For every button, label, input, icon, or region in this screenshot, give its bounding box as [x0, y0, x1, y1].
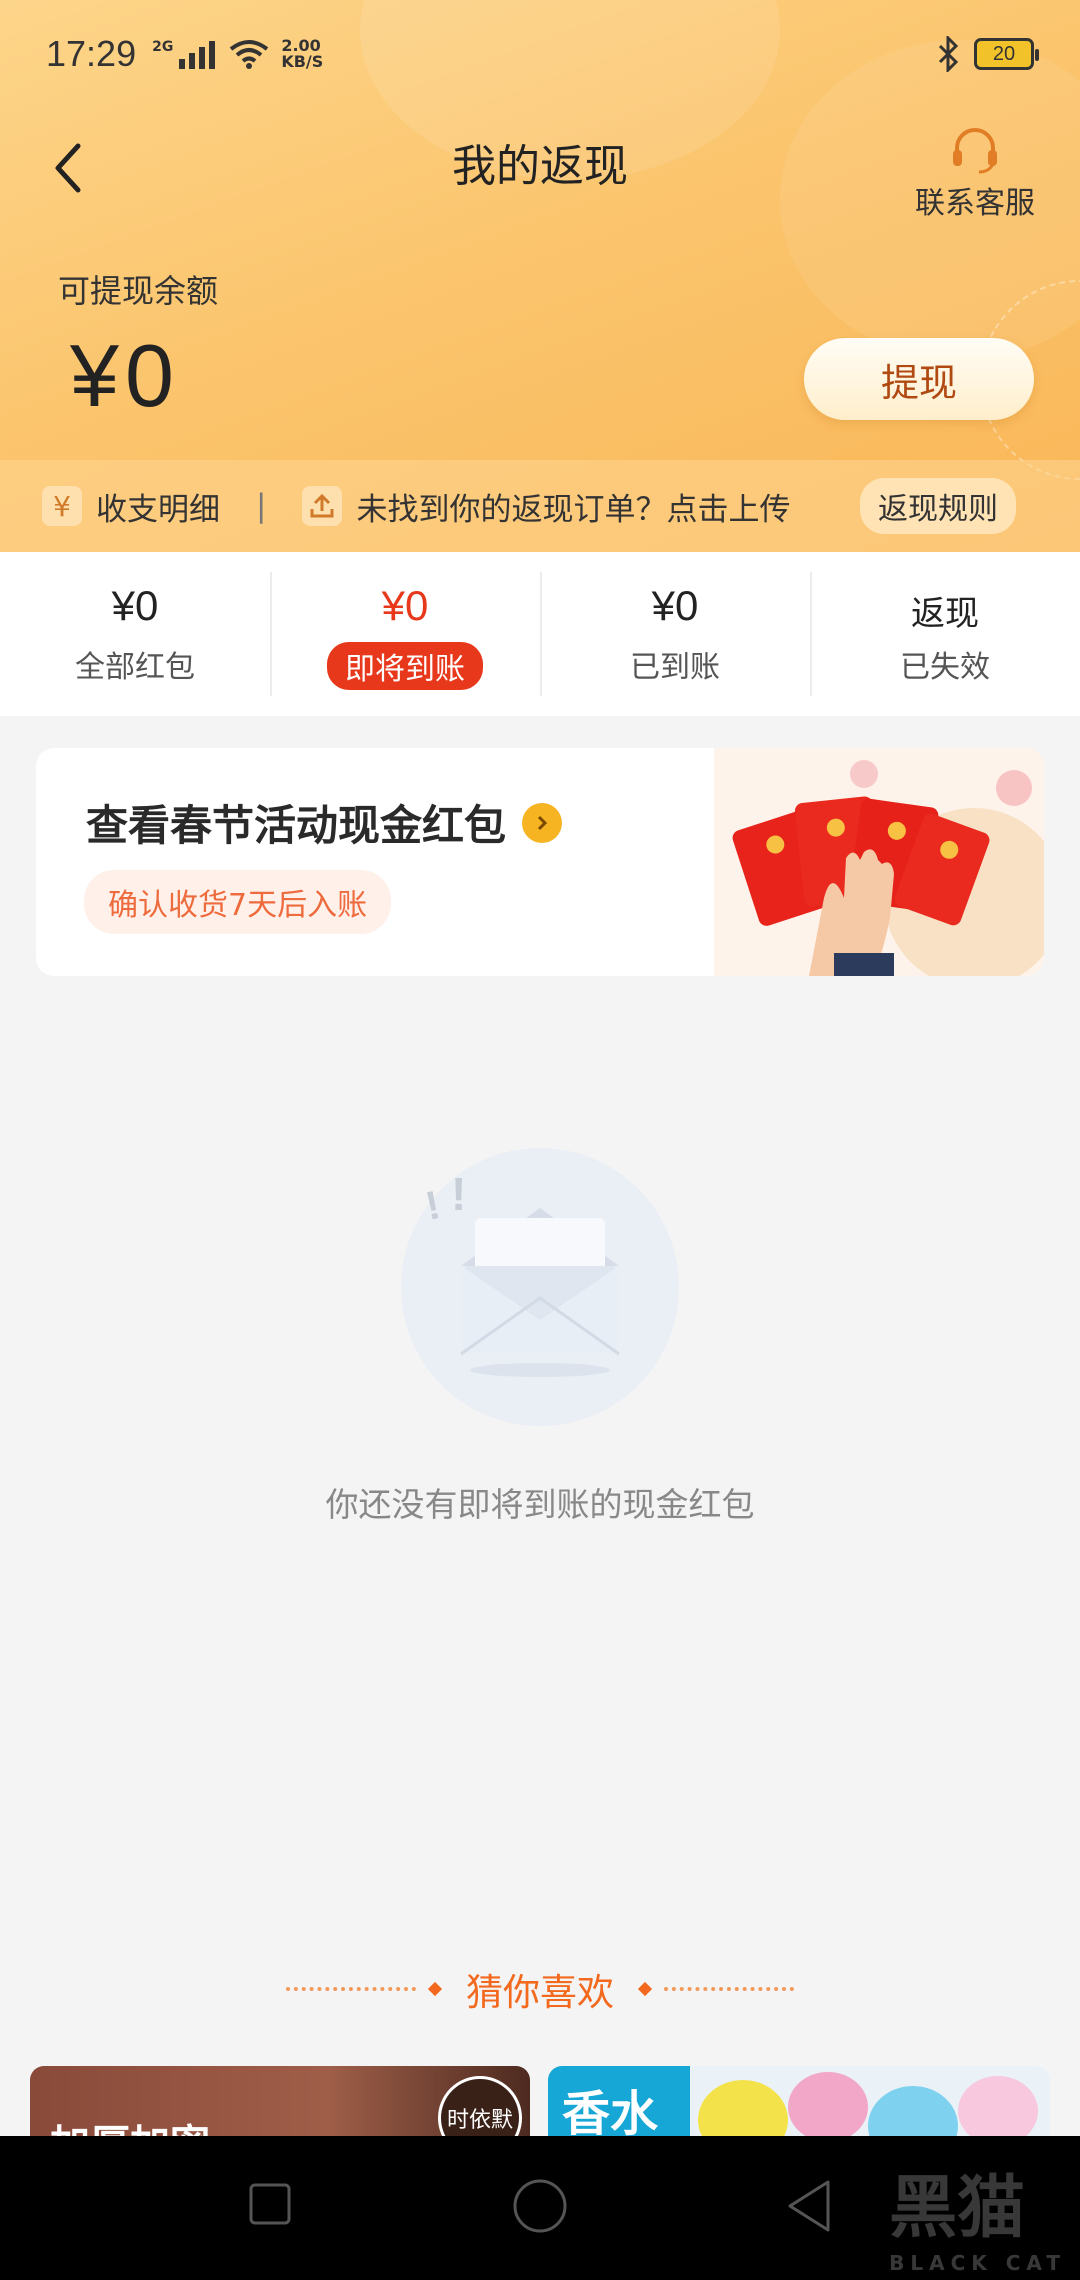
watermark: 黑猫 BLACK CAT [889, 2152, 1066, 2275]
bluetooth-icon [938, 36, 959, 72]
status-time: 17:29 [46, 33, 137, 74]
back-nav-button[interactable] [784, 2178, 834, 2234]
dotted-divider [286, 1987, 416, 1991]
product-image [868, 2086, 958, 2136]
tab-amount: ¥0 [111, 582, 159, 629]
upload-order-link[interactable]: 未找到你的返现订单？点击上传 [356, 484, 790, 529]
tab-pending[interactable]: ¥0 即将到账 [270, 552, 540, 716]
watermark-text: 黑猫 [889, 2169, 1026, 2248]
net-speed-unit: KB/S [281, 52, 324, 71]
red-envelope-illustration [714, 748, 1044, 976]
header: 17:29 2G 2.00 KB/S 20 我的返现 联系客服 可提现余额 ¥0… [0, 0, 1080, 552]
income-detail-link[interactable]: 收支明细 [96, 484, 220, 529]
svg-text:!: ! [422, 1183, 444, 1229]
promo-title-text: 查看春节活动现金红包 [86, 801, 507, 850]
tab-label: 即将到账 [327, 642, 483, 690]
withdraw-button[interactable]: 提现 [804, 338, 1034, 420]
promo-subtitle: 确认收货7天后入账 [84, 870, 392, 934]
tab-label: 全部红包 [75, 650, 195, 685]
dotted-divider [664, 1987, 794, 1991]
recent-apps-button[interactable] [248, 2182, 292, 2226]
balance-amount: ¥0 [70, 326, 180, 425]
balance-label: 可提现余额 [58, 272, 219, 310]
tab-label: 已到账 [630, 650, 720, 685]
network-type: 2G [152, 39, 174, 55]
net-speed: 2.00 KB/S [281, 38, 323, 70]
empty-envelope-icon: ! ! [422, 1168, 620, 1377]
signal-icon: 2G [152, 39, 216, 69]
svg-text:!: ! [451, 1168, 466, 1220]
tab-all[interactable]: ¥0 全部红包 [0, 552, 270, 716]
recommend-heading: 猜你喜欢 [0, 1962, 1080, 2016]
diamond-icon [427, 1981, 443, 1997]
headset-icon [953, 128, 997, 174]
system-navigation-bar: 黑猫 BLACK CAT [0, 2136, 1080, 2280]
tab-arrived[interactable]: ¥0 已到账 [540, 552, 810, 716]
wifi-icon [230, 40, 269, 69]
cashback-rules-button[interactable]: 返现规则 [860, 478, 1016, 534]
yuan-icon: ¥ [42, 486, 82, 526]
empty-state-message: 你还没有即将到账的现金红包 [325, 1485, 755, 1524]
product-image [788, 2072, 868, 2136]
diamond-icon [637, 1981, 653, 1997]
tab-amount: ¥0 [651, 582, 699, 629]
info-bar: ¥ 收支明细 | 未找到你的返现订单？点击上传 返现规则 [0, 460, 1080, 552]
brand-logo: 时依默 [438, 2076, 522, 2136]
upload-icon[interactable] [302, 486, 343, 526]
cashback-tabs: ¥0 全部红包 ¥0 即将到账 ¥0 已到账 返现 已失效 [0, 552, 1080, 716]
tab-amount: ¥0 [381, 582, 429, 629]
battery-icon: 20 [974, 38, 1039, 70]
tab-expired[interactable]: 返现 已失效 [810, 552, 1080, 716]
service-label: 联系客服 [915, 186, 1035, 221]
product-tag: 香水 [548, 2066, 690, 2136]
recommend-title: 猜你喜欢 [466, 1971, 614, 2014]
empty-state-illustration: ! ! [401, 1148, 679, 1426]
contact-service-button[interactable]: 联系客服 [900, 124, 1050, 222]
status-bar: 17:29 2G 2.00 KB/S 20 [0, 0, 1080, 108]
recommend-product-card[interactable]: 香水 [548, 2066, 1050, 2136]
product-image [958, 2076, 1038, 2136]
tab-amount: 返现 [911, 594, 979, 634]
tab-label: 已失效 [900, 650, 990, 685]
chevron-right-icon [522, 802, 563, 843]
spring-festival-promo-card[interactable]: 查看春节活动现金红包 确认收货7天后入账 [36, 748, 1044, 976]
battery-level: 20 [992, 42, 1016, 65]
recommend-product-card[interactable]: 加厚加密 时依默 [30, 2066, 530, 2136]
promo-title: 查看春节活动现金红包 [86, 792, 563, 853]
nav-bar: 我的返现 联系客服 [0, 108, 1080, 221]
watermark-sub: BLACK CAT [889, 2251, 1066, 2275]
divider: | [256, 488, 267, 524]
product-image [698, 2080, 788, 2136]
product-banner-text: 加厚加密 [50, 2112, 210, 2136]
home-button[interactable] [512, 2178, 568, 2234]
